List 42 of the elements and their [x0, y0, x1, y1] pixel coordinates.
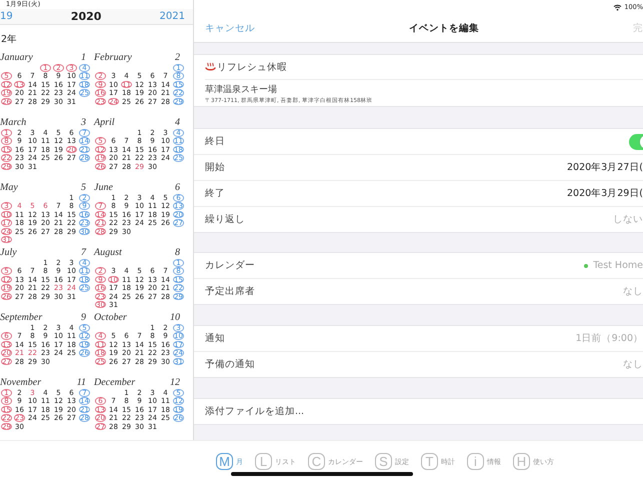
month-number: 5 [81, 182, 86, 193]
month-number: 4 [175, 117, 180, 128]
row-label: 予定出席者 [205, 285, 255, 298]
month-number: 7 [81, 247, 86, 258]
month-name: August [94, 247, 122, 258]
month-name: September [0, 312, 42, 323]
month-number: 10 [170, 312, 180, 323]
month-name: January [0, 52, 33, 63]
month-name: July [0, 247, 17, 258]
month-name: June [94, 182, 113, 193]
month-number: 3 [81, 117, 86, 128]
row-label[interactable]: 添付ファイルを追加... [205, 405, 304, 418]
month-name: April [94, 117, 115, 128]
month-name: February [94, 52, 132, 63]
month-number: 8 [175, 247, 180, 258]
row-label: 通知 [205, 332, 225, 345]
event-title-field[interactable]: リフレシュ休暇 [217, 60, 287, 74]
row-label: 終日 [205, 135, 225, 148]
row-value[interactable]: 2020年3月29日( [566, 187, 643, 200]
month-number: 1 [81, 52, 86, 63]
era-year-label: 2年 [1, 33, 18, 46]
month-name: December [94, 377, 136, 388]
location-name: 草津温泉スキー場 [205, 84, 278, 96]
month-name: November [0, 377, 42, 388]
row-label: カレンダー [205, 259, 255, 272]
wifi-icon [613, 4, 622, 10]
current-year: 2020 [70, 10, 102, 23]
month-name: October [94, 312, 127, 323]
month-name: March [0, 117, 26, 128]
month-number: 11 [76, 377, 86, 388]
month-number: 2 [175, 52, 180, 63]
month-name: May [0, 182, 18, 193]
row-label: 開始 [205, 161, 225, 174]
row-label: 予備の通知 [205, 358, 255, 371]
row-label: 繰り返し [205, 213, 245, 226]
month-number: 12 [170, 377, 180, 388]
row-value[interactable]: 2020年3月27日( [566, 161, 643, 174]
month-number: 6 [175, 182, 180, 193]
row-label: 終了 [205, 187, 225, 200]
screen-title: イベントを編集 [409, 22, 479, 34]
month-number: 9 [81, 312, 86, 323]
hot-spring-icon [205, 62, 216, 72]
